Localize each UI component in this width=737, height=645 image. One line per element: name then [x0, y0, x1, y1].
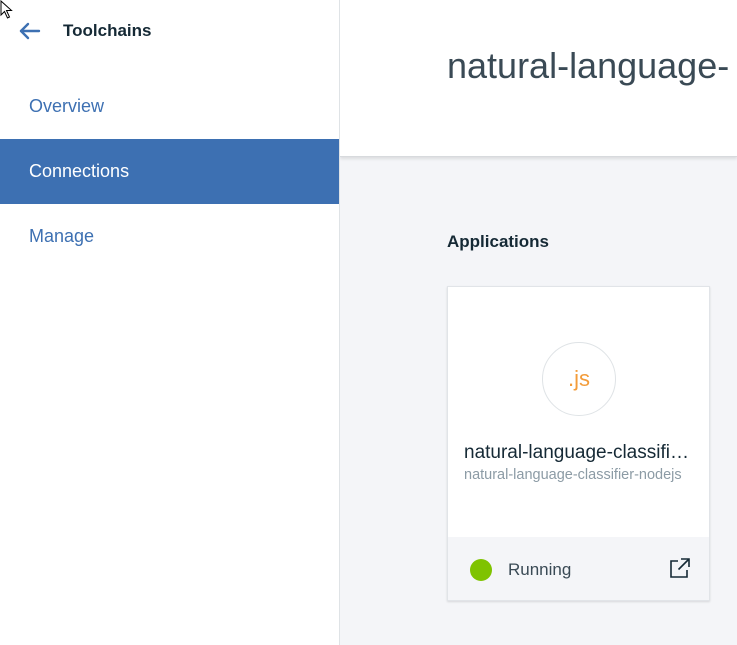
launch-app-button[interactable]	[669, 557, 691, 579]
mouse-cursor-icon	[0, 0, 13, 19]
app-subtitle: natural-language-classifier-nodejs	[464, 467, 682, 483]
app-card[interactable]: .js natural-language-classifier-nodejs n…	[447, 286, 710, 601]
sidebar-title: Toolchains	[63, 21, 152, 40]
back-button[interactable]	[17, 19, 43, 43]
arrow-left-icon	[19, 22, 41, 40]
sidebar-header: Toolchains	[0, 0, 339, 62]
status-indicator-icon	[470, 559, 492, 581]
sidebar-item-manage[interactable]: Manage	[0, 204, 339, 269]
sidebar-item-overview[interactable]: Overview	[0, 74, 339, 139]
main-header: natural-language-	[340, 0, 737, 157]
page-title: natural-language-	[447, 45, 730, 86]
nodejs-logo-icon: .js	[542, 342, 616, 416]
page: Toolchains Overview Connections Manage n…	[0, 0, 737, 645]
app-name[interactable]: natural-language-classifier-nodejs	[464, 441, 697, 465]
external-link-icon	[670, 558, 690, 578]
app-card-footer: Running	[448, 537, 709, 600]
section-title: Applications	[447, 232, 550, 251]
sidebar-nav: Overview Connections Manage	[0, 74, 339, 269]
main-content: natural-language- Applications .js natur…	[340, 0, 737, 645]
status-text: Running	[508, 560, 572, 579]
sidebar-item-connections[interactable]: Connections	[0, 139, 339, 204]
sidebar: Toolchains Overview Connections Manage	[0, 0, 340, 645]
